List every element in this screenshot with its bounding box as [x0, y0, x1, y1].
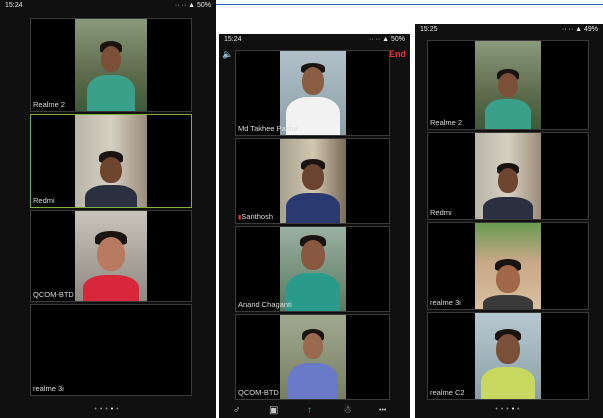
- end-meeting-button[interactable]: End: [389, 46, 406, 62]
- participant-name: Anand Chaganti: [238, 300, 292, 309]
- page-indicator: •••••: [94, 406, 122, 413]
- mute-button[interactable]: ♂: [233, 404, 241, 418]
- video-tile[interactable]: QCOM-BTD: [235, 314, 390, 400]
- participant-name: Md Takhee Pasha: [238, 124, 298, 133]
- page-indicator: •••••: [495, 406, 523, 413]
- participant-video: [475, 313, 541, 399]
- participant-name: QCOM-BTD: [33, 290, 74, 299]
- more-button[interactable]: •••: [379, 404, 386, 418]
- participant-name: realme 3i: [430, 298, 461, 307]
- participant-video: [279, 227, 346, 311]
- status-indicators: ·· ·· ▲ 50%: [368, 36, 405, 43]
- video-tile[interactable]: QCOM-BTD: [30, 210, 192, 302]
- status-bar: 15:25 ·· ·· ▲ 49%: [415, 24, 603, 36]
- share-screen-button[interactable]: ↑: [307, 404, 312, 418]
- participant-video: [475, 223, 541, 309]
- participants-button[interactable]: ☃: [343, 404, 352, 418]
- video-tile[interactable]: Anand Chaganti: [235, 226, 390, 312]
- video-tile[interactable]: realme 3i: [30, 304, 192, 396]
- window-top-edge: [215, 4, 603, 5]
- participant-name: QCOM-BTD: [238, 388, 279, 397]
- status-bar: 15:24 ·· ·· ▲ 50%: [0, 0, 216, 12]
- video-tile[interactable]: realme C2: [427, 312, 589, 400]
- status-time: 15:25: [420, 26, 438, 33]
- participant-video: [279, 51, 346, 135]
- participant-name: Realme 2: [33, 100, 66, 109]
- status-time: 15:24: [224, 36, 242, 43]
- participant-video: [75, 211, 147, 301]
- video-tile[interactable]: Redmi: [427, 132, 589, 220]
- right-phone-screen: 15:25 ·· ·· ▲ 49% Realme 2 Redmi realme …: [415, 24, 603, 418]
- participant-name: Redmi: [430, 208, 452, 217]
- status-indicators: ·· ·· ▲ 49%: [561, 26, 598, 33]
- middle-phone-screen: 15:24 ·· ·· ▲ 50% 🔈 ↻ Zoom ˅ End Md Takh…: [219, 34, 410, 418]
- video-tile[interactable]: Santhosh: [235, 138, 390, 224]
- participant-video: [279, 315, 346, 399]
- participant-video: [75, 115, 147, 207]
- speaker-icon[interactable]: 🔈: [222, 46, 233, 62]
- meeting-toolbar: ♂ ▣ ↑ ☃ •••: [219, 404, 410, 418]
- video-tile[interactable]: Md Takhee Pasha: [235, 50, 390, 136]
- status-time: 15:24: [5, 2, 23, 9]
- video-button[interactable]: ▣: [269, 404, 278, 418]
- participant-name: Santhosh: [238, 212, 273, 221]
- video-tile[interactable]: Realme 2: [30, 18, 192, 112]
- video-tile[interactable]: realme 3i: [427, 222, 589, 310]
- left-phone-screen: 15:24 ·· ·· ▲ 50% Realme 2 Redmi QCOM-BT…: [0, 0, 216, 418]
- status-bar: 15:24 ·· ·· ▲ 50%: [219, 34, 410, 46]
- participant-name: Realme 2: [430, 118, 463, 127]
- participant-name: Redmi: [33, 196, 55, 205]
- participant-name: realme C2: [430, 388, 465, 397]
- video-tile[interactable]: Realme 2: [427, 40, 589, 130]
- video-tile-active-speaker[interactable]: Redmi: [30, 114, 192, 208]
- status-indicators: ·· ·· ▲ 50%: [174, 2, 211, 9]
- participant-video: [475, 41, 541, 129]
- participant-video: [75, 19, 147, 111]
- participant-video: [475, 133, 541, 219]
- participant-video: [279, 139, 346, 223]
- participant-name: realme 3i: [33, 384, 64, 393]
